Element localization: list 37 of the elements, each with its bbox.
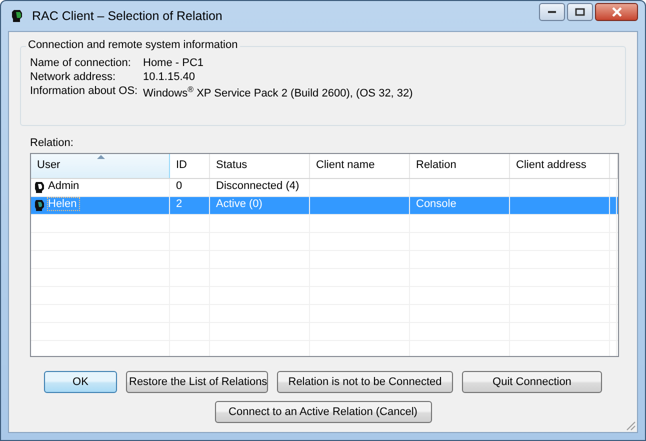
column-header[interactable]: Status [210,154,310,178]
field-value: Home - PC1 [143,57,205,69]
column-header[interactable]: Client name [310,154,410,178]
close-button[interactable] [595,3,638,21]
resize-grip-icon [626,421,636,431]
group-title: Connection and remote system information [26,39,240,51]
field-value: Windows$^{®}$ XP Service Pack 2 (Build 2600), (OS 32, 32) [143,85,414,100]
close-icon [610,7,622,17]
table-cell-text: 2 [176,198,184,210]
table-cell-text: Console [416,198,458,210]
dialog-button[interactable]: Quit Connection [462,371,602,393]
sort-arrow-icon [97,155,105,159]
table-cell-text: Disconnected (4) [216,180,300,192]
dialog-button[interactable]: Relation is not to be Connected [277,371,453,393]
relation-label: Relation: [30,137,74,149]
field-label: Name of connection: [30,57,132,69]
column-header[interactable]: Relation [410,154,510,178]
table-cell-text: Active (0) [216,198,264,210]
minimize-icon [547,10,557,14]
dialog-button[interactable]: Connect to an Active Relation (Cancel) [214,401,432,423]
column-header[interactable]: Client address [510,154,610,178]
maximize-button[interactable] [567,3,593,21]
column-header[interactable]: ID [170,154,210,178]
field-label: Information about OS: [30,85,139,99]
field-value: 10.1.15.40 [143,71,196,83]
person-icon [34,181,46,194]
table-cell-text: Admin [48,180,80,192]
column-header[interactable]: User [31,154,170,178]
maximize-icon [575,8,585,16]
window-title: RAC Client – Selection of Relation [32,9,222,23]
table-cell: Helen [48,198,79,210]
table-cell-text: 0 [176,180,184,192]
field-label: Network address: [30,71,117,83]
person-icon [34,199,46,212]
dialog-button[interactable]: Restore the List of Relations [126,371,268,393]
dialog-button[interactable]: OK [44,371,117,393]
minimize-button[interactable] [539,3,565,21]
